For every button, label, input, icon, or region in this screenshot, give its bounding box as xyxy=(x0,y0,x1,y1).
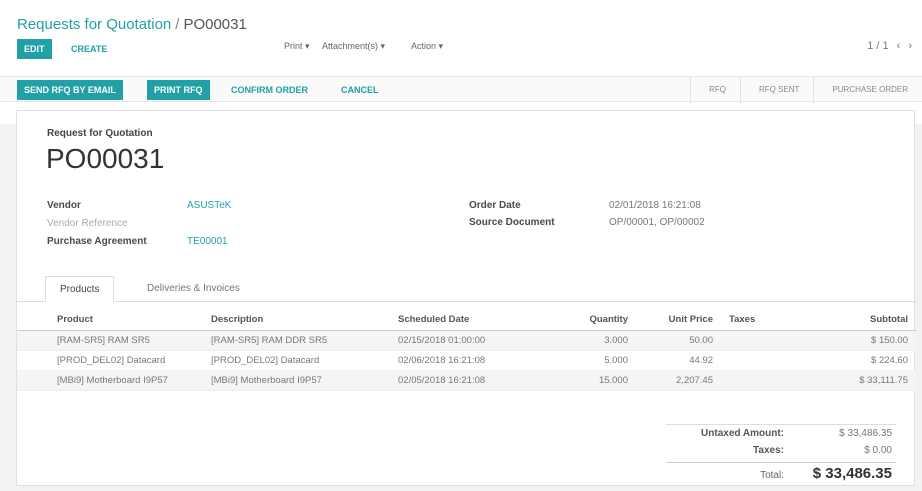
col-subtotal[interactable]: Subtotal xyxy=(781,309,916,331)
order-date-label: Order Date xyxy=(469,200,521,211)
table-row[interactable]: [RAM-SR5] RAM SR5 [RAM-SR5] RAM DDR SR5 … xyxy=(17,330,916,351)
tab-deliveries-invoices[interactable]: Deliveries & Invoices xyxy=(133,276,254,302)
totals-block: Untaxed Amount: $ 33,486.35 Taxes: $ 0.0… xyxy=(666,424,896,486)
cell-product: [PROD_DEL02] Datacard xyxy=(17,350,203,371)
cell-quantity: 15.000 xyxy=(540,370,636,391)
cell-quantity: 3.000 xyxy=(540,330,636,351)
table-header-row: Product Description Scheduled Date Quant… xyxy=(17,309,916,331)
cell-product: [MBi9] Motherboard I9P57 xyxy=(17,370,203,391)
stage-purchase-order[interactable]: PURCHASE ORDER xyxy=(813,77,922,103)
total-row: Total: $ 33,486.35 xyxy=(666,462,896,486)
cell-description: [PROD_DEL02] Datacard xyxy=(203,350,390,371)
taxes-label: Taxes: xyxy=(753,445,784,456)
document-type-label: Request for Quotation xyxy=(47,128,153,139)
cell-scheduled-date: 02/06/2018 16:21:08 xyxy=(390,350,540,371)
send-rfq-by-email-button[interactable]: SEND RFQ BY EMAIL xyxy=(17,80,123,100)
cell-scheduled-date: 02/05/2018 16:21:08 xyxy=(390,370,540,391)
col-product[interactable]: Product xyxy=(17,309,203,331)
col-scheduled-date[interactable]: Scheduled Date xyxy=(390,309,540,331)
order-lines-table: Product Description Scheduled Date Quant… xyxy=(17,309,916,391)
cell-taxes xyxy=(721,350,781,371)
tab-products[interactable]: Products xyxy=(45,276,115,302)
control-panel: Requests for Quotation / PO00031 EDIT CREA… xyxy=(0,0,922,124)
vendor-reference-label: Vendor Reference xyxy=(47,218,128,229)
cell-subtotal: $ 150.00 xyxy=(781,330,916,351)
cell-quantity: 5.000 xyxy=(540,350,636,371)
confirm-order-button[interactable]: CONFIRM ORDER xyxy=(224,80,315,100)
taxes-row: Taxes: $ 0.00 xyxy=(666,442,896,459)
breadcrumb: Requests for Quotation / PO00031 xyxy=(17,16,247,33)
status-stages: RFQ RFQ SENT PURCHASE ORDER xyxy=(690,77,922,103)
source-document-value: OP/00001, OP/00002 xyxy=(609,217,705,228)
document-name: PO00031 xyxy=(46,143,165,174)
form-sheet: Request for Quotation PO00031 Vendor ASU… xyxy=(16,110,916,486)
cell-unit-price: 2,207.45 xyxy=(636,370,721,391)
cell-taxes xyxy=(721,330,781,351)
vendor-label: Vendor xyxy=(47,200,81,211)
col-quantity[interactable]: Quantity xyxy=(540,309,636,331)
col-unit-price[interactable]: Unit Price xyxy=(636,309,721,331)
stage-rfq-sent[interactable]: RFQ SENT xyxy=(739,77,813,103)
cell-subtotal: $ 33,111.75 xyxy=(781,370,916,391)
action-dropdown[interactable]: Action ▾ xyxy=(411,41,443,52)
purchase-agreement-link[interactable]: TE00001 xyxy=(187,236,228,247)
print-dropdown[interactable]: Print ▾ xyxy=(284,41,310,52)
total-value: $ 33,486.35 xyxy=(812,465,892,482)
cell-description: [RAM-SR5] RAM DDR SR5 xyxy=(203,330,390,351)
cell-unit-price: 44.92 xyxy=(636,350,721,371)
status-bar: SEND RFQ BY EMAIL PRINT RFQ CONFIRM ORDE… xyxy=(0,76,922,103)
cell-scheduled-date: 02/15/2018 01:00:00 xyxy=(390,330,540,351)
attachments-dropdown[interactable]: Attachment(s) ▾ xyxy=(322,41,385,52)
purchase-agreement-label: Purchase Agreement xyxy=(47,236,147,247)
cell-unit-price: 50.00 xyxy=(636,330,721,351)
total-label: Total: xyxy=(760,470,784,481)
breadcrumb-separator: / xyxy=(175,16,180,33)
pager-value[interactable]: 1 / 1 xyxy=(867,40,888,52)
edit-button[interactable]: EDIT xyxy=(17,39,52,59)
pager: 1 / 1 ‹ › xyxy=(859,40,912,52)
untaxed-amount-label: Untaxed Amount: xyxy=(701,428,784,439)
untaxed-amount-row: Untaxed Amount: $ 33,486.35 xyxy=(666,425,896,442)
col-taxes[interactable]: Taxes xyxy=(721,309,781,331)
table-row[interactable]: [PROD_DEL02] Datacard [PROD_DEL02] Datac… xyxy=(17,350,916,371)
pager-next-icon[interactable]: › xyxy=(908,40,912,52)
cell-product: [RAM-SR5] RAM SR5 xyxy=(17,330,203,351)
create-button[interactable]: CREATE xyxy=(64,39,114,59)
vendor-link[interactable]: ASUSTeK xyxy=(187,200,231,211)
col-description[interactable]: Description xyxy=(203,309,390,331)
pager-prev-icon[interactable]: ‹ xyxy=(897,40,901,52)
taxes-value: $ 0.00 xyxy=(864,445,892,456)
breadcrumb-current: PO00031 xyxy=(183,16,247,33)
table-row[interactable]: [MBi9] Motherboard I9P57 [MBi9] Motherbo… xyxy=(17,370,916,391)
print-rfq-button[interactable]: PRINT RFQ xyxy=(147,80,210,100)
stage-rfq[interactable]: RFQ xyxy=(690,77,740,103)
cell-subtotal: $ 224.60 xyxy=(781,350,916,371)
source-document-label: Source Document xyxy=(469,217,555,228)
breadcrumb-parent-link[interactable]: Requests for Quotation xyxy=(17,16,171,33)
untaxed-amount-value: $ 33,486.35 xyxy=(839,428,892,439)
cell-description: [MBi9] Motherboard I9P57 xyxy=(203,370,390,391)
cell-taxes xyxy=(721,370,781,391)
cancel-button[interactable]: CANCEL xyxy=(334,80,386,100)
order-date-value: 02/01/2018 16:21:08 xyxy=(609,200,701,211)
